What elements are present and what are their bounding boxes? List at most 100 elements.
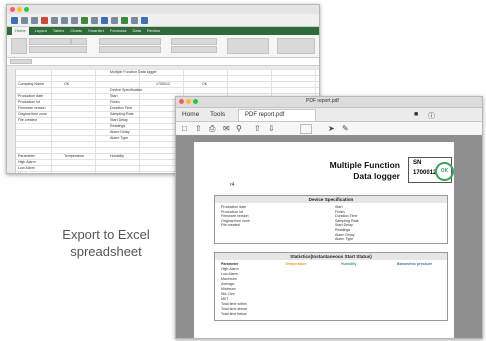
pointer-icon[interactable]: ➤ [328,124,335,133]
window-title: PDF report.pdf [306,98,339,104]
tab-tools[interactable]: Tools [210,111,225,118]
excel-toolbar [7,14,319,27]
formula-bar[interactable] [7,58,319,66]
cells-group[interactable] [277,38,315,54]
stats-row-label: Total time above [221,307,248,311]
caption: Export to Excel spreadsheet [30,226,182,260]
format-styles[interactable] [227,38,269,54]
excel-tab-layout[interactable]: Layout [35,27,47,35]
stats-row-label: Minimum [221,287,236,291]
stats-row-label: Maximum [221,277,237,281]
upload-icon[interactable]: ⇧ [195,124,202,133]
close-icon[interactable] [179,99,184,104]
font-style-buttons[interactable] [29,46,87,53]
excel-tab-tables[interactable]: Tables [53,27,65,35]
number-format-select[interactable] [171,38,217,45]
email-icon[interactable]: ✉ [223,124,230,133]
excel-cell[interactable]: Multiple Function Data logger [110,69,157,75]
zoom-level-icon[interactable] [141,16,148,24]
chart-icon[interactable] [121,16,128,24]
print-icon[interactable]: ⎙ [209,124,215,133]
stats-row-label: Parameter [221,262,239,266]
stats-row-label: MKT [221,297,229,301]
stats-row-label: High Alarm [221,267,239,271]
excel-cell[interactable]: Maximum [18,171,34,173]
alignment-buttons[interactable] [99,38,161,45]
excel-tab-formulas[interactable]: Formulas [110,27,127,35]
stats-row-label: Total time within [221,302,247,306]
tab-document[interactable]: PDF report.pdf [238,109,316,121]
paste-icon[interactable] [71,16,78,24]
pen-icon[interactable]: ✎ [342,124,349,133]
close-icon[interactable] [10,7,15,12]
zoom-icon[interactable] [24,7,29,12]
prev-page-icon[interactable]: ⇧ [254,124,261,133]
report-title: Multiple Function Data logger [290,160,400,182]
help-icon[interactable]: ⓘ [428,111,435,121]
stats-column-header: Barometric pressure [397,262,433,266]
stats-row-label: Average [221,282,235,286]
model-label: r4 [230,182,235,188]
excel-cell[interactable]: OK [64,81,69,87]
font-name-select[interactable] [29,38,71,45]
minimize-icon[interactable] [17,7,22,12]
serial-label: SN [413,160,422,166]
redo-icon[interactable] [91,16,98,24]
excel-titlebar [7,5,319,14]
stats-row-label: Low Alarm [221,272,238,276]
excel-cell[interactable]: 1700012 [156,81,170,87]
save-icon[interactable] [31,16,38,24]
excel-tab-data[interactable]: Data [132,27,140,35]
cut-icon[interactable] [51,16,58,24]
excel-tab-charts[interactable]: Charts [70,27,82,35]
status-badge: OK [435,162,454,181]
excel-cell[interactable]: OK [202,81,207,87]
new-icon[interactable] [11,16,18,24]
number-buttons[interactable] [171,46,217,53]
sort-icon[interactable] [111,16,118,24]
statistics-table: Parameter High Alarm Low Alarm Maximum Avera… [214,260,448,321]
font-size-select[interactable] [71,38,87,45]
excel-cell[interactable]: Temperature [64,153,84,159]
serial-box: SN 1700012 OK [408,157,454,183]
filter-icon[interactable] [131,16,138,24]
next-page-icon[interactable]: ⇩ [268,124,275,133]
zoom-icon[interactable] [193,99,198,104]
excel-cell[interactable]: Humidity [110,153,124,159]
excel-cell[interactable]: Company Name [18,81,44,87]
pdf-viewer[interactable]: Multiple Function Data logger r4 SN 1700… [176,135,482,338]
row-headers [7,69,16,173]
excel-tab-review[interactable]: Review [147,27,160,35]
pdf-tabbar: Home Tools PDF report.pdf ■ ⓘ [176,108,482,122]
stats-row-label: Std. Dev [221,292,235,296]
print-icon[interactable] [41,16,48,24]
pdf-titlebar: PDF report.pdf [176,97,482,108]
tab-home[interactable]: Home [182,111,199,118]
stats-column-header: Temperature [285,262,307,266]
wrap-merge-buttons[interactable] [99,46,161,53]
caption-line-2: spreadsheet [70,244,142,259]
minimize-icon[interactable] [186,99,191,104]
excel-ribbon-tabs: Home Layout Tables Charts SmartArt Formulas Da… [7,27,319,35]
undo-icon[interactable] [81,16,88,24]
excel-cell[interactable]: Alarm Type [110,135,128,141]
spec-label: File created [221,223,240,228]
search-icon[interactable]: ⚲ [236,124,242,133]
open-icon[interactable] [21,16,28,24]
excel-tab-smartart[interactable]: SmartArt [88,27,104,35]
spec-label: Alarm Type [335,237,354,242]
pdf-page: Multiple Function Data logger r4 SN 1700… [194,142,454,338]
caption-line-1: Export to Excel [62,227,150,242]
copy-icon[interactable] [61,16,68,24]
report-title-line-1: Multiple Function [329,160,400,170]
page-number-input[interactable] [300,124,312,134]
name-box[interactable] [10,59,32,64]
stats-row-label: Total time below [221,312,247,316]
excel-tab-home[interactable]: Home [12,27,29,35]
excel-cell[interactable]: File created [18,117,37,123]
stats-column-header: Humidity [341,262,357,266]
comment-icon[interactable]: ■ [414,111,418,118]
paste-button[interactable] [11,38,27,54]
sum-icon[interactable] [101,16,108,24]
create-pdf-icon[interactable]: □ [182,124,187,133]
